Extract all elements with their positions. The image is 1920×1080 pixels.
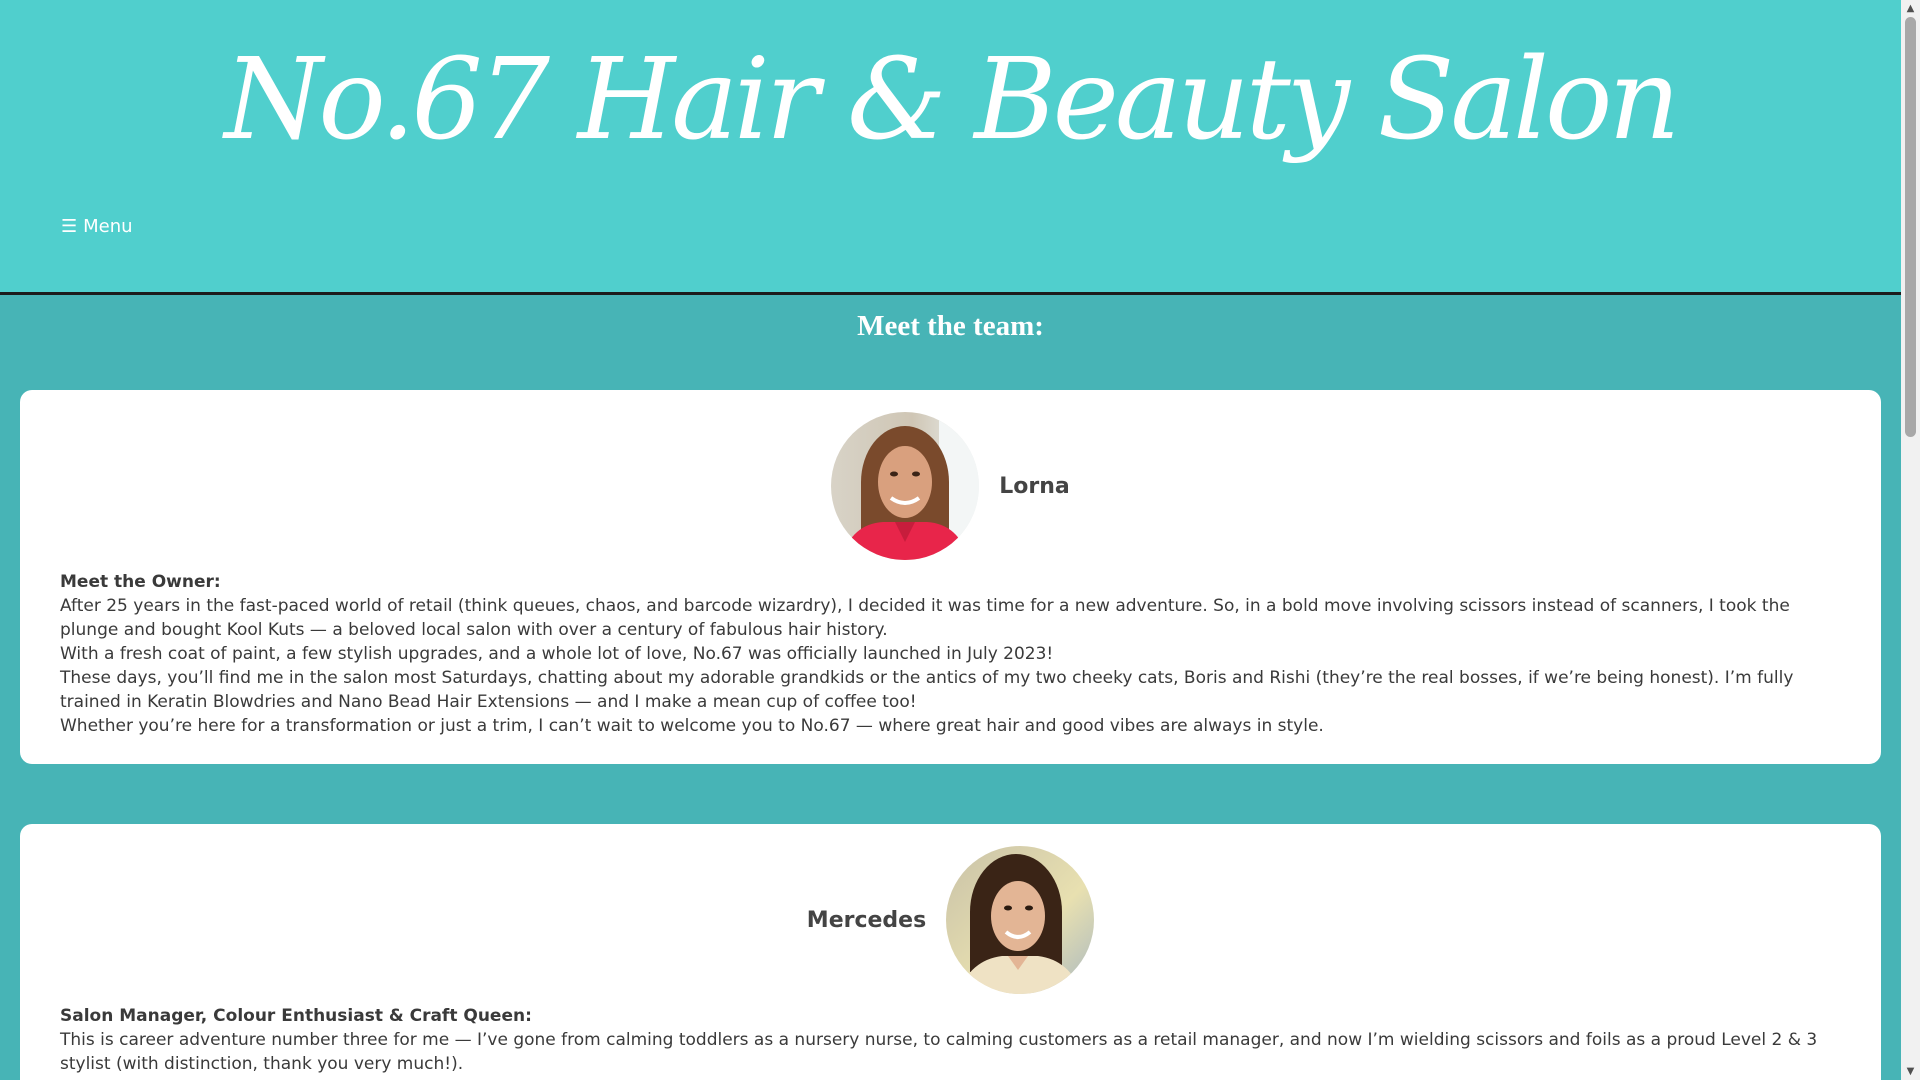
team-member-card: Lorna Meet the Owner: After 25 years in … — [20, 390, 1881, 764]
avatar — [831, 412, 980, 560]
team-member-card: Mercedes Salon Manager, Colour Enthusias… — [20, 824, 1881, 1080]
profile-header: Mercedes — [20, 846, 1881, 994]
page: No.67 Hair & Beauty Salon ☰ Menu Meet th… — [0, 0, 1901, 1080]
scroll-up-icon[interactable]: ▲ — [1901, 0, 1920, 17]
team-member-bio: Salon Manager, Colour Enthusiast & Craft… — [60, 1004, 1841, 1076]
vertical-scrollbar[interactable]: ▲ ▼ — [1901, 0, 1920, 1080]
team-member-name: Mercedes — [806, 907, 927, 933]
section-title: Meet the team: — [857, 310, 1044, 342]
team-member-bio: Meet the Owner: After 25 years in the fa… — [60, 570, 1841, 738]
team-member-name: Lorna — [999, 473, 1070, 499]
scrollbar-thumb[interactable] — [1905, 17, 1916, 437]
scroll-down-icon[interactable]: ▼ — [1901, 1063, 1920, 1080]
hamburger-icon: ☰ — [61, 216, 78, 237]
bio-paragraph: These days, you’ll find me in the salon … — [60, 668, 1794, 712]
team-member-role: Salon Manager, Colour Enthusiast & Craft… — [60, 1006, 532, 1026]
team-member-role: Meet the Owner: — [60, 572, 221, 592]
profile-header: Lorna — [20, 412, 1881, 560]
avatar — [946, 846, 1095, 994]
bio-paragraph: After 25 years in the fast-paced world o… — [60, 596, 1790, 640]
bio-paragraph: This is career adventure number three fo… — [60, 1030, 1818, 1074]
bio-paragraph: With a fresh coat of paint, a few stylis… — [60, 644, 1054, 664]
menu-label: Menu — [83, 216, 133, 237]
site-title[interactable]: No.67 Hair & Beauty Salon — [0, 20, 1901, 180]
bio-paragraph: Whether you’re here for a transformation… — [60, 716, 1324, 736]
menu-button[interactable]: ☰ Menu — [61, 216, 133, 237]
site-header: No.67 Hair & Beauty Salon ☰ Menu — [0, 0, 1901, 295]
